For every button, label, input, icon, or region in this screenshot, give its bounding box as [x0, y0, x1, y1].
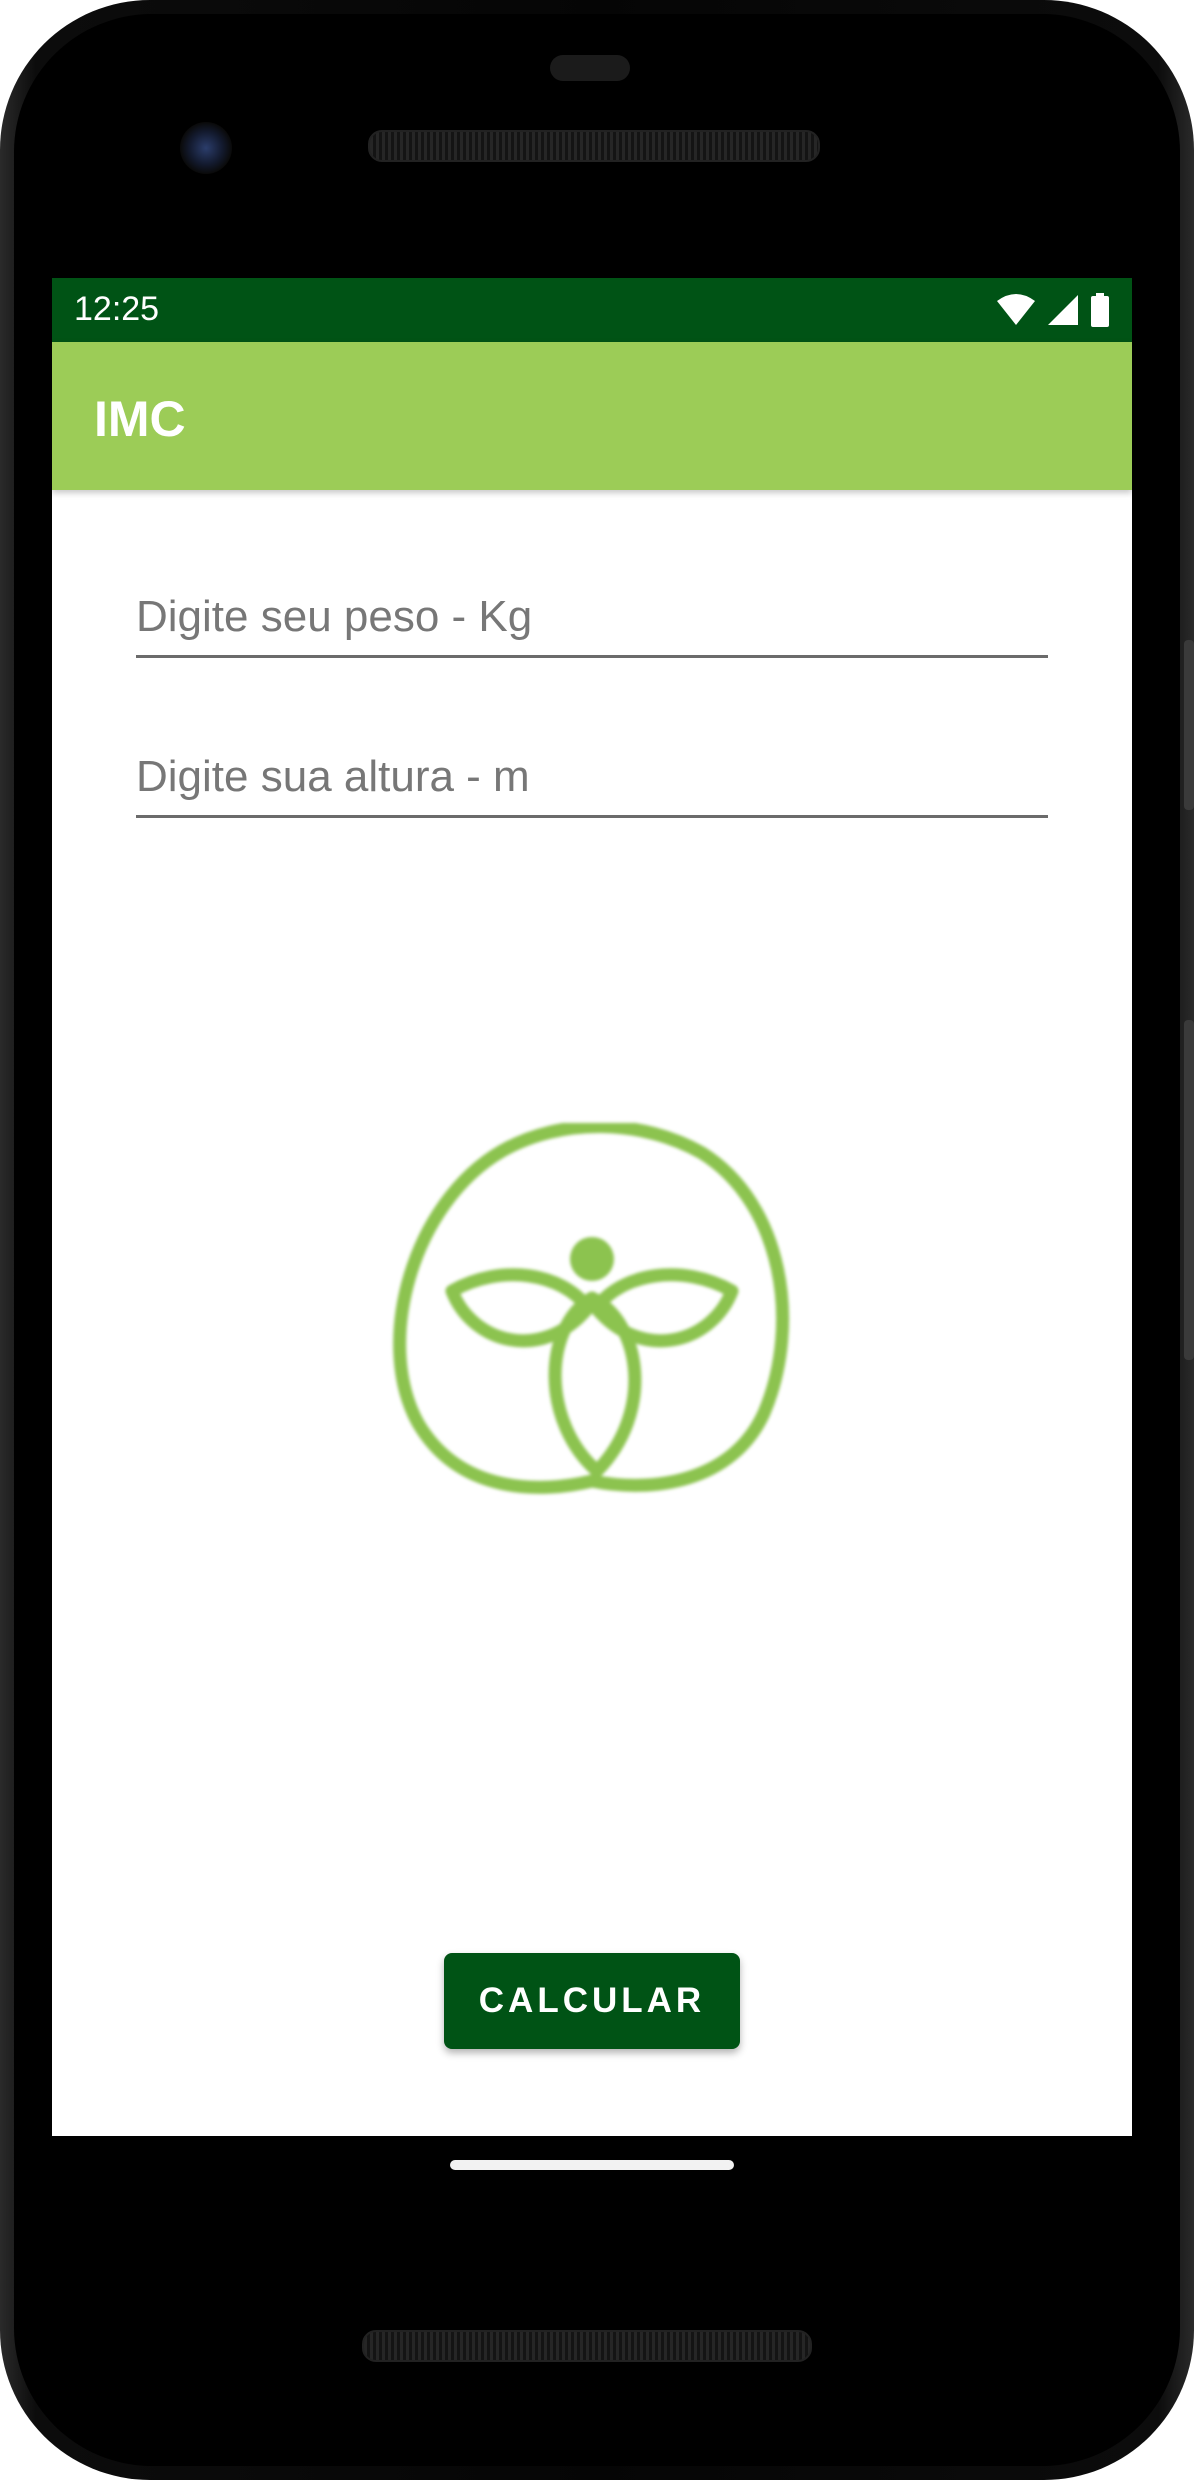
status-icons [996, 292, 1110, 328]
cell-signal-icon [1048, 295, 1078, 325]
status-time: 12:25 [74, 290, 160, 328]
calculate-button[interactable]: CALCULAR [444, 1953, 740, 2049]
height-input[interactable] [136, 738, 1048, 818]
bottom-speaker-grille [362, 2330, 812, 2362]
status-bar: 12:25 [52, 278, 1132, 342]
top-speaker-grille [368, 130, 820, 162]
front-sensor [550, 55, 630, 81]
phone-frame: 12:25 IMC Digite seu peso - Kg Digite su… [0, 0, 1194, 2480]
battery-icon [1091, 293, 1109, 327]
app-title: IMC [94, 391, 186, 447]
app-bar: IMC [52, 342, 1132, 490]
front-camera-icon [180, 122, 232, 174]
weight-input[interactable] [136, 578, 1048, 658]
home-indicator[interactable] [450, 2160, 734, 2170]
power-button [1184, 640, 1194, 810]
wifi-icon [997, 294, 1035, 325]
app-screen: 12:25 IMC Digite seu peso - Kg Digite su… [52, 278, 1132, 2136]
volume-button [1184, 1020, 1194, 1360]
wellness-figure-logo [393, 1123, 790, 1494]
